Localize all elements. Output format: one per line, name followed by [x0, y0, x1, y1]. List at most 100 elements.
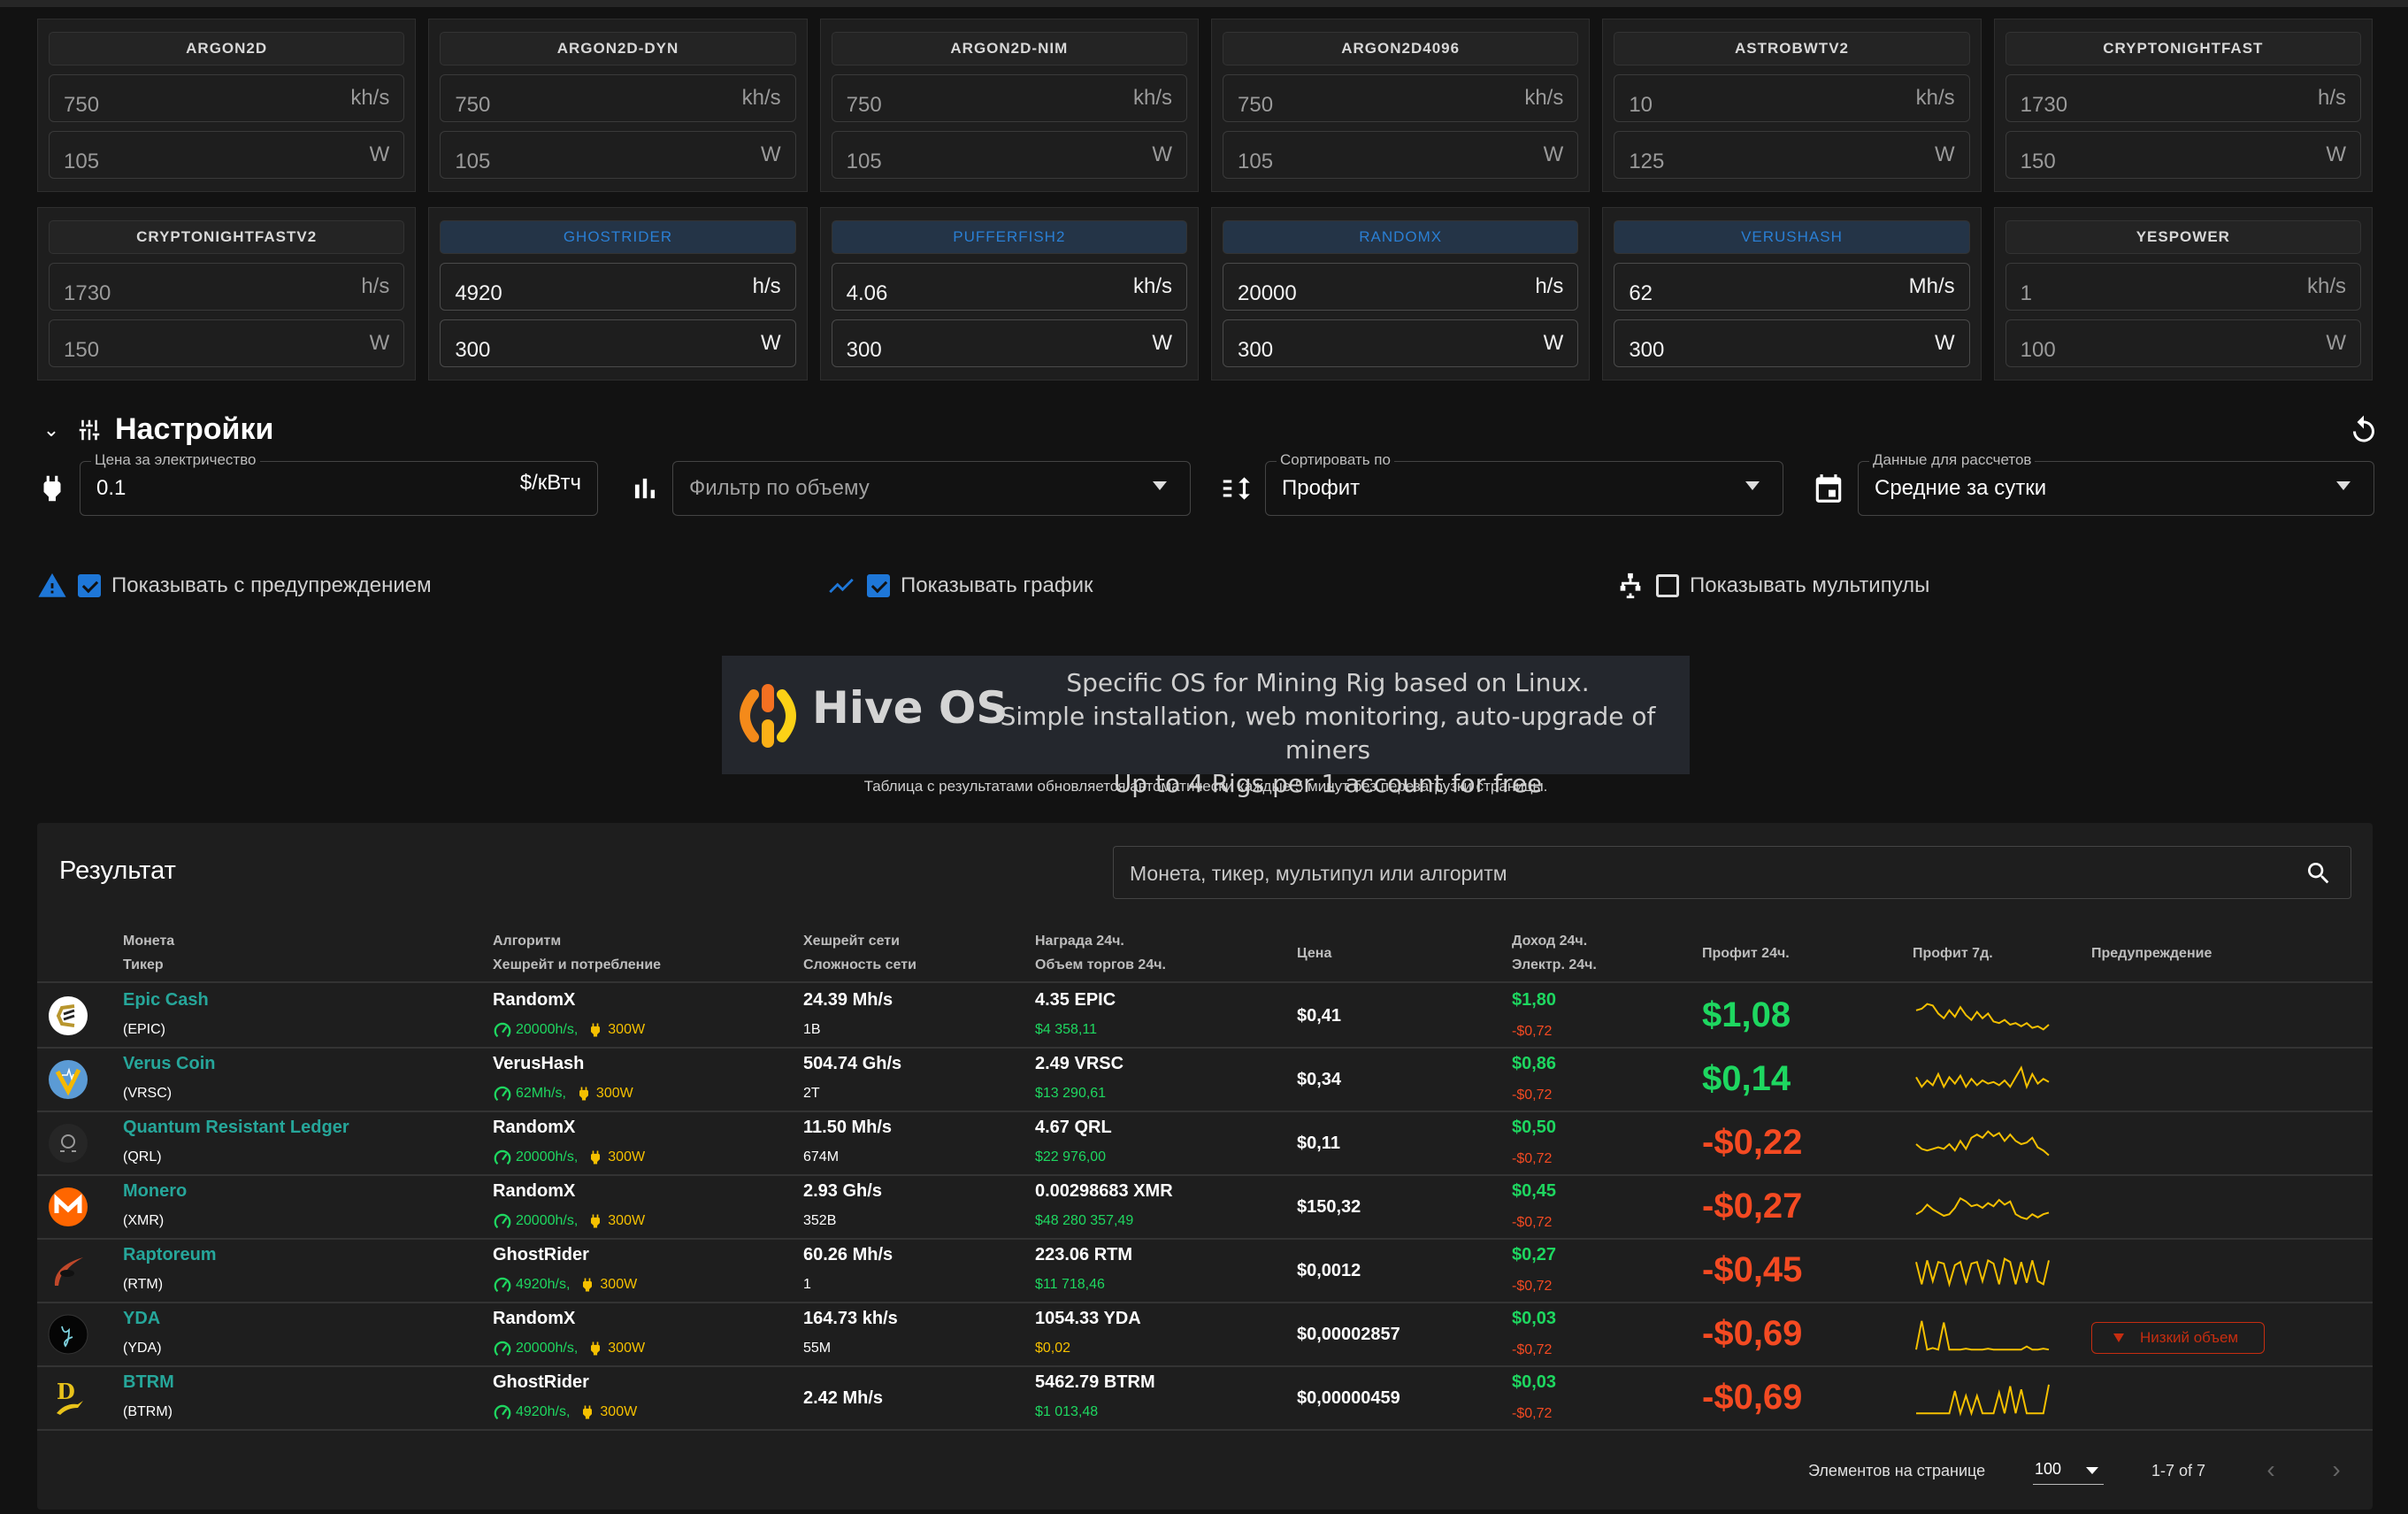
hashrate-input[interactable]: 1730 h/s [49, 262, 405, 311]
hashrate-value[interactable]: 1 [2021, 281, 2032, 306]
search-input[interactable]: Монета, тикер, мультипул или алгоритм [1113, 846, 2351, 899]
table-row[interactable]: Epic Cash (EPIC) RandomX 20000h/s, 300W … [37, 985, 2373, 1049]
hashrate-value[interactable]: 10 [1629, 93, 1653, 118]
power-input[interactable]: 300 W [1614, 319, 1970, 367]
algorithm-toggle-button[interactable]: GHOSTRIDER [440, 220, 796, 254]
electricity-price-field[interactable]: Цена за электричество 0.1 $/кВтч [80, 451, 598, 516]
power-value[interactable]: 105 [1238, 150, 1273, 174]
power-input[interactable]: 150 W [2005, 130, 2361, 179]
table-row[interactable]: Monero (XMR) RandomX 20000h/s, 300W 2.93… [37, 1176, 2373, 1240]
power-input[interactable]: 105 W [831, 130, 1187, 179]
coin-name-link[interactable]: Raptoreum [123, 1245, 217, 1265]
table-row[interactable]: Quantum Resistant Ledger (QRL) RandomX 2… [37, 1112, 2373, 1176]
hashrate-input[interactable]: 750 kh/s [1223, 73, 1579, 122]
power-input[interactable]: 300 W [831, 319, 1187, 367]
col-algorithm[interactable]: Алгоритм Хешрейт и потребление [493, 929, 661, 977]
hashrate-input[interactable]: 10 kh/s [1614, 73, 1970, 122]
show-warnings-option[interactable]: Показывать с предупреждением [37, 571, 432, 601]
power-input[interactable]: 105 W [440, 130, 796, 179]
show-chart-option[interactable]: Показывать график [826, 571, 1093, 601]
power-value[interactable]: 105 [847, 150, 882, 174]
hashrate-value[interactable]: 62 [1629, 281, 1653, 306]
power-value[interactable]: 300 [1238, 338, 1273, 363]
power-input[interactable]: 150 W [49, 319, 405, 367]
power-value[interactable]: 150 [2021, 150, 2056, 174]
col-reward[interactable]: Награда 24ч. Объем торгов 24ч. [1035, 929, 1166, 977]
coin-name-link[interactable]: Monero [123, 1181, 187, 1202]
sort-by-select[interactable]: Сортировать по Профит [1265, 451, 1783, 516]
coin-name-link[interactable]: Epic Cash [123, 990, 209, 1011]
hashrate-value[interactable]: 1730 [64, 281, 111, 306]
col-network-hashrate[interactable]: Хешрейт сети Сложность сети [803, 929, 916, 977]
algorithm-toggle-button[interactable]: ARGON2D-NIM [831, 32, 1187, 65]
low-volume-warning-chip[interactable]: Низкий объем [2091, 1322, 2265, 1354]
next-page-button[interactable]: › [2323, 1455, 2350, 1485]
search-icon[interactable] [2304, 859, 2333, 888]
settings-header[interactable]: ⌄ Настройки [39, 412, 274, 447]
hashrate-input[interactable]: 62 Mh/s [1614, 262, 1970, 311]
hashrate-value[interactable]: 750 [1238, 93, 1273, 118]
coin-name-link[interactable]: BTRM [123, 1372, 174, 1393]
hashrate-input[interactable]: 4920 h/s [440, 262, 796, 311]
hashrate-value[interactable]: 4.06 [847, 281, 888, 306]
prev-page-button[interactable]: ‹ [2258, 1455, 2284, 1485]
electricity-price-value[interactable]: 0.1 [96, 476, 126, 501]
hashrate-input[interactable]: 20000 h/s [1223, 262, 1579, 311]
hive-os-banner[interactable]: Hive OS Specific OS for Mining Rig based… [722, 656, 1690, 798]
col-coin[interactable]: Монета Тикер [123, 929, 174, 977]
algorithm-toggle-button[interactable]: VERUSHASH [1614, 220, 1970, 254]
col-income[interactable]: Доход 24ч. Электр. 24ч. [1512, 929, 1597, 977]
hashrate-input[interactable]: 1 kh/s [2005, 262, 2361, 311]
table-row[interactable]: Verus Coin (VRSC) VerusHash 62Mh/s, 300W… [37, 1049, 2373, 1112]
table-row[interactable]: Raptoreum (RTM) GhostRider 4920h/s, 300W… [37, 1240, 2373, 1303]
algorithm-toggle-button[interactable]: ARGON2D [49, 32, 405, 65]
algorithm-toggle-button[interactable]: ASTROBWTV2 [1614, 32, 1970, 65]
hashrate-value[interactable]: 1730 [2021, 93, 2067, 118]
power-input[interactable]: 105 W [1223, 130, 1579, 179]
col-profit-7d[interactable]: Профит 7д. [1913, 941, 1993, 965]
volume-filter-select[interactable]: Фильтр по объему [672, 461, 1191, 516]
power-input[interactable]: 300 W [1223, 319, 1579, 367]
hashrate-input[interactable]: 750 kh/s [440, 73, 796, 122]
algorithm-toggle-button[interactable]: RANDOMX [1223, 220, 1579, 254]
power-input[interactable]: 300 W [440, 319, 796, 367]
hashrate-value[interactable]: 20000 [1238, 281, 1297, 306]
algorithm-toggle-button[interactable]: PUFFERFISH2 [831, 220, 1187, 254]
algorithm-toggle-button[interactable]: CRYPTONIGHTFAST [2005, 32, 2361, 65]
calc-data-select[interactable]: Данные для рассчетов Средние за сутки [1858, 451, 2374, 516]
col-warning[interactable]: Предупреждение [2091, 941, 2212, 965]
per-page-select[interactable]: 100 [2033, 1453, 2104, 1485]
col-price[interactable]: Цена [1297, 941, 1331, 965]
show-chart-checkbox[interactable] [867, 574, 890, 597]
power-value[interactable]: 150 [64, 338, 99, 363]
power-value[interactable]: 125 [1629, 150, 1664, 174]
power-input[interactable]: 125 W [1614, 130, 1970, 179]
power-value[interactable]: 105 [455, 150, 490, 174]
chevron-down-icon[interactable]: ⌄ [39, 419, 64, 442]
algorithm-toggle-button[interactable]: ARGON2D4096 [1223, 32, 1579, 65]
power-value[interactable]: 300 [1629, 338, 1664, 363]
algorithm-toggle-button[interactable]: ARGON2D-DYN [440, 32, 796, 65]
coin-name-link[interactable]: YDA [123, 1309, 160, 1329]
table-row[interactable]: YDA (YDA) RandomX 20000h/s, 300W 164.73 … [37, 1303, 2373, 1367]
coin-name-link[interactable]: Quantum Resistant Ledger [123, 1118, 349, 1138]
power-input[interactable]: 105 W [49, 130, 405, 179]
show-multipools-checkbox[interactable] [1656, 574, 1679, 597]
hashrate-value[interactable]: 4920 [455, 281, 502, 306]
power-value[interactable]: 105 [64, 150, 99, 174]
hashrate-value[interactable]: 750 [455, 93, 490, 118]
power-value[interactable]: 300 [847, 338, 882, 363]
col-profit-24h[interactable]: Профит 24ч. [1702, 941, 1790, 965]
algorithm-toggle-button[interactable]: CRYPTONIGHTFASTV2 [49, 220, 405, 254]
hashrate-input[interactable]: 1730 h/s [2005, 73, 2361, 122]
hashrate-input[interactable]: 750 kh/s [49, 73, 405, 122]
hashrate-value[interactable]: 750 [64, 93, 99, 118]
reset-icon[interactable] [2348, 414, 2380, 446]
table-row[interactable]: D BTRM (BTRM) GhostRider 4920h/s, 300W 2… [37, 1367, 2373, 1431]
hashrate-input[interactable]: 4.06 kh/s [831, 262, 1187, 311]
show-warnings-checkbox[interactable] [78, 574, 101, 597]
algorithm-toggle-button[interactable]: YESPOWER [2005, 220, 2361, 254]
hashrate-input[interactable]: 750 kh/s [831, 73, 1187, 122]
power-input[interactable]: 100 W [2005, 319, 2361, 367]
power-value[interactable]: 300 [455, 338, 490, 363]
